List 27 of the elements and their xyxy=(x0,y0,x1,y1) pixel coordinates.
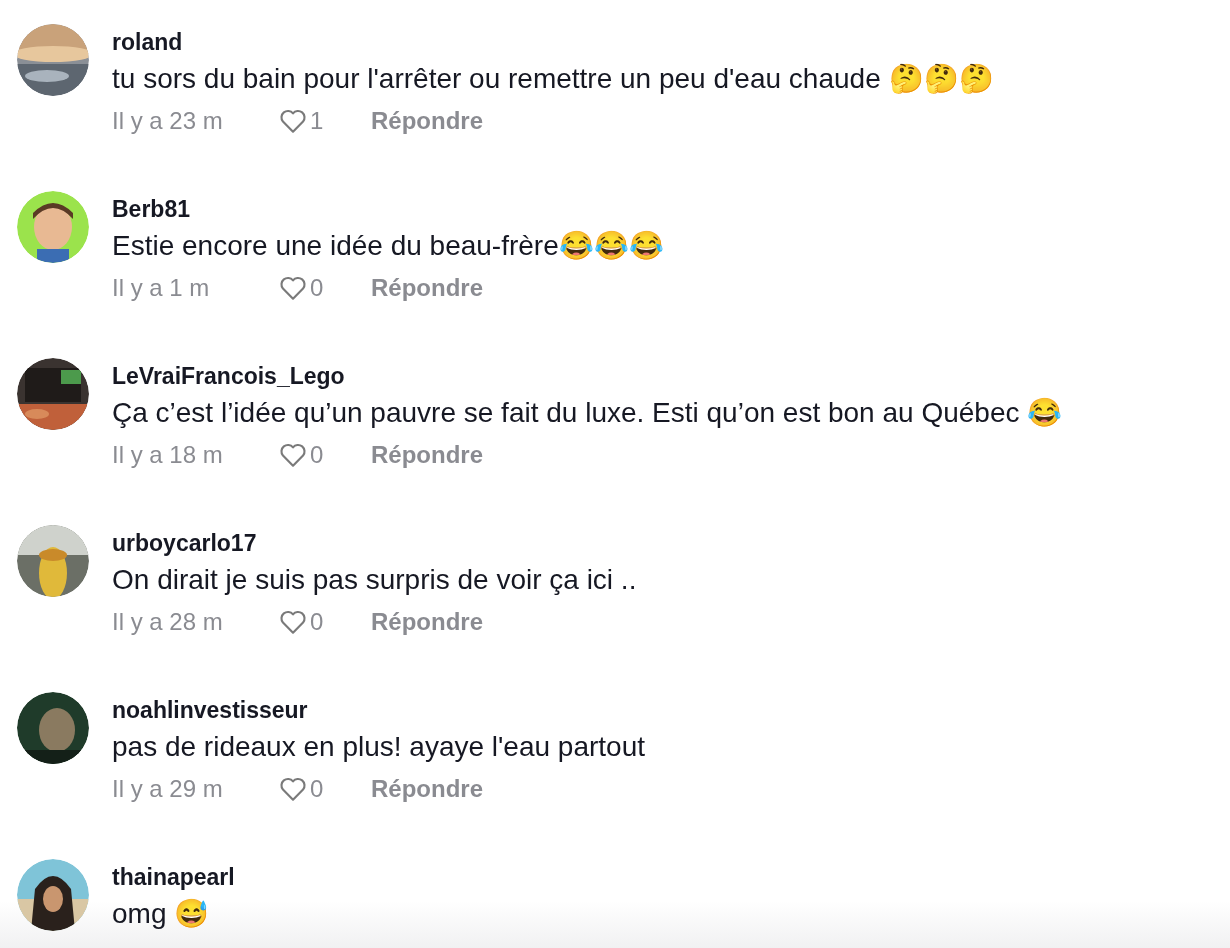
comment-time: Il y a 18 m xyxy=(112,440,224,470)
username[interactable]: thainapearl xyxy=(112,862,235,892)
username[interactable]: LeVraiFrancois_Lego xyxy=(112,361,1063,391)
like-count: 0 xyxy=(310,774,324,804)
comment-text: tu sors du bain pour l'arrêter ou remettre un peu d'eau chaude 🤔🤔🤔 xyxy=(112,62,994,96)
heart-icon[interactable] xyxy=(278,609,308,635)
comment-text: Estie encore une idée du beau-frère😂😂😂 xyxy=(112,229,664,263)
comment-text: On dirait je suis pas surpris de voir ça ici .. xyxy=(112,563,637,597)
username[interactable]: Berb81 xyxy=(112,194,664,224)
heart-icon[interactable] xyxy=(278,275,308,301)
username[interactable]: noahlinvestisseur xyxy=(112,695,646,725)
like-count: 0 xyxy=(310,273,324,303)
like-count: 1 xyxy=(310,106,324,136)
comment-time: Il y a 28 m xyxy=(112,607,224,637)
comment-text: Ça c’est l’idée qu’un pauvre se fait du luxe. Esti qu’on est bon au Québec 😂 xyxy=(112,396,1063,430)
like-count: 0 xyxy=(310,607,324,637)
comment-text: pas de rideaux en plus! ayaye l'eau partout xyxy=(112,730,646,764)
comment-time: Il y a 23 m xyxy=(112,106,224,136)
username[interactable]: roland xyxy=(112,27,994,57)
comment-time: Il y a 1 m xyxy=(112,273,211,303)
like-count: 0 xyxy=(310,440,324,470)
comment-text: omg 😅 xyxy=(112,897,211,931)
heart-icon[interactable] xyxy=(278,776,308,802)
heart-icon[interactable] xyxy=(278,442,308,468)
username[interactable]: urboycarlo17 xyxy=(112,528,637,558)
comment-time: Il y a 29 m xyxy=(112,774,224,804)
heart-icon[interactable] xyxy=(278,108,308,134)
